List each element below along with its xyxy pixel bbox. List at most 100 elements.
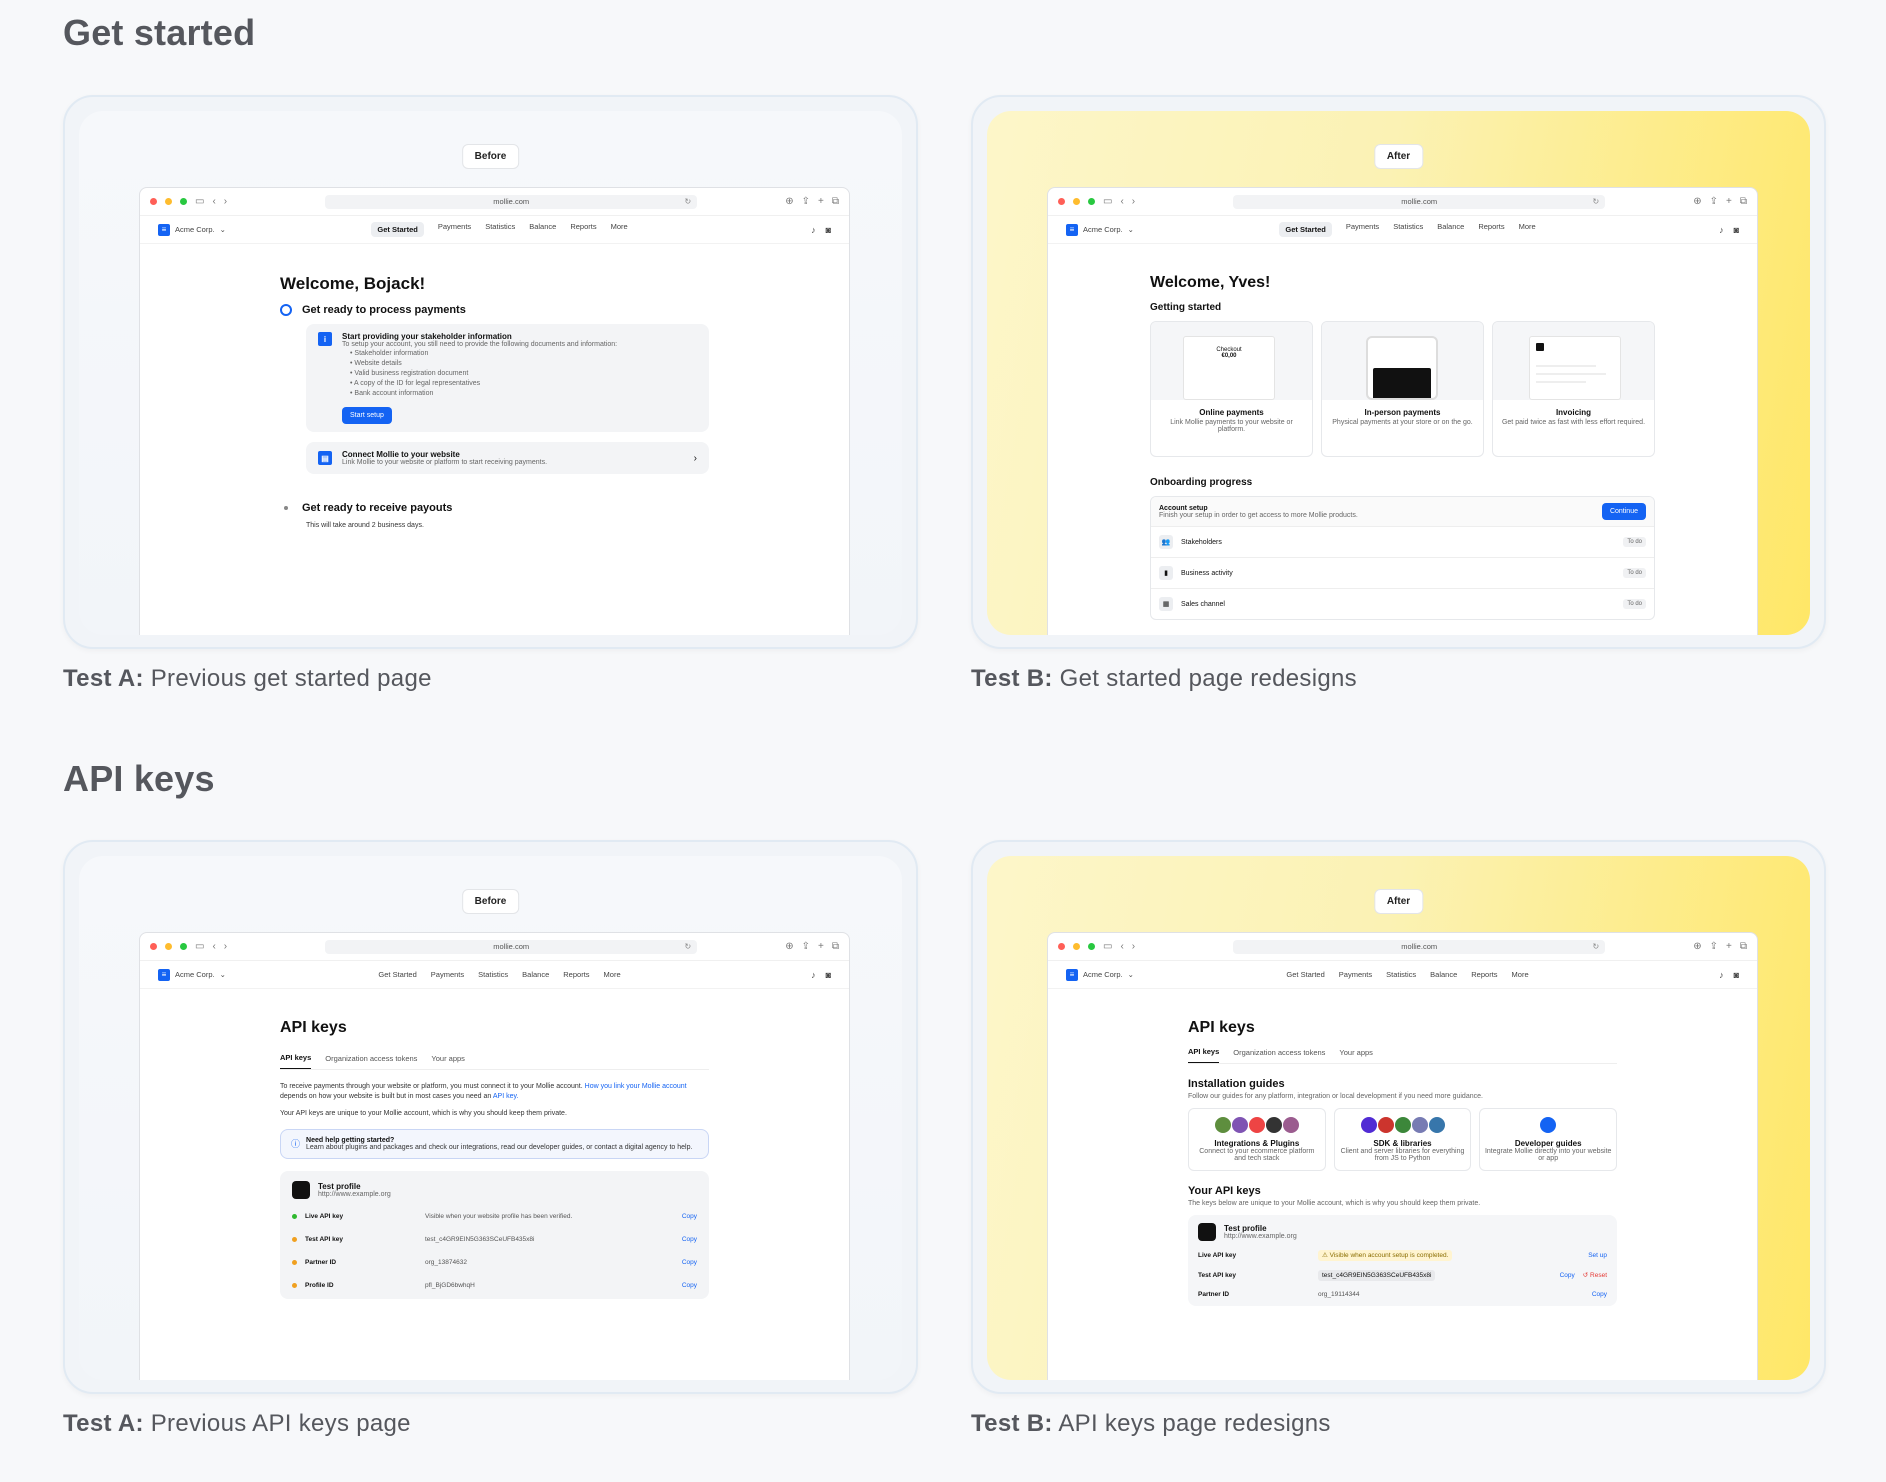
address-bar[interactable]: mollie.com ↻ [1233, 939, 1606, 954]
connect-mollie-item[interactable]: ▤ Connect Mollie to your website Link Mo… [306, 442, 709, 474]
tab-organization-access-tokens[interactable]: Organization access tokens [325, 1054, 417, 1069]
nav-balance[interactable]: Balance [1437, 222, 1464, 237]
bell-icon[interactable]: ♪ [1719, 225, 1724, 235]
tabs-icon: ⧉ [1739, 941, 1747, 952]
nav-more[interactable]: More [1519, 222, 1536, 237]
nav-payments[interactable]: Payments [431, 970, 464, 979]
before-label: Before [461, 144, 520, 169]
avatar[interactable]: ◙ [826, 970, 831, 980]
invoice-logo-icon [1536, 343, 1544, 351]
developer-guides-card[interactable]: Developer guides Integrate Mollie direct… [1479, 1108, 1618, 1171]
share-icon: ⇪ [801, 196, 811, 207]
avatar[interactable]: ◙ [1734, 225, 1739, 235]
copy-button[interactable]: Copy [1592, 1291, 1607, 1298]
copy-button[interactable]: Copy [682, 1259, 697, 1266]
integrations-card[interactable]: Integrations & Plugins Connect to your e… [1188, 1108, 1326, 1171]
back-icon: ‹ [1120, 196, 1124, 207]
nav-get-started[interactable]: Get Started [1286, 970, 1324, 979]
nav-more[interactable]: More [1512, 970, 1529, 979]
bell-icon[interactable]: ♪ [811, 225, 816, 235]
address-bar[interactable]: mollie.com ↻ [325, 194, 698, 209]
online-payments-card[interactable]: Checkout €0,00 Online payments Link Moll… [1150, 321, 1313, 457]
forward-icon: › [223, 941, 228, 952]
org-logo-icon: ≡ [1066, 968, 1078, 981]
step-title: Get ready to process payments [302, 304, 466, 316]
org-name[interactable]: Acme Corp. [1083, 225, 1123, 234]
address-bar[interactable]: mollie.com ↻ [1233, 194, 1606, 209]
tabs-icon: ⧉ [831, 196, 839, 207]
link-how-to-link[interactable]: How you link your Mollie account [585, 1083, 687, 1090]
caption-test-b-2: Test B: API keys page redesigns [971, 1410, 1331, 1437]
copy-button[interactable]: Copy [682, 1282, 697, 1289]
nav-statistics[interactable]: Statistics [478, 970, 508, 979]
sidebar-icon: ▭ [1103, 196, 1113, 207]
guide-desc: Connect to your ecommerce platform and t… [1199, 1148, 1315, 1162]
nav-statistics[interactable]: Statistics [1386, 970, 1416, 979]
sdk-libraries-card[interactable]: SDK & libraries Client and server librar… [1333, 1108, 1472, 1171]
profile-name: Test profile [1224, 1224, 1267, 1233]
welcome-heading: Welcome, Yves! [1150, 274, 1271, 291]
nav-get-started[interactable]: Get Started [371, 222, 424, 237]
help-banner: ⓘ Need help getting started? Learn about… [280, 1129, 709, 1159]
nav-reports[interactable]: Reports [1471, 970, 1497, 979]
nav-payments[interactable]: Payments [438, 222, 471, 237]
list-item: • A copy of the ID for legal representat… [350, 380, 481, 387]
copy-button[interactable]: Copy [1560, 1272, 1575, 1279]
avatar[interactable]: ◙ [1734, 970, 1739, 980]
avatar[interactable]: ◙ [826, 225, 831, 235]
tab-your-apps[interactable]: Your apps [431, 1054, 465, 1069]
org-name[interactable]: Acme Corp. [175, 225, 215, 234]
nav-more[interactable]: More [611, 222, 628, 237]
nav-payments[interactable]: Payments [1339, 970, 1372, 979]
status-dot-icon [292, 1260, 297, 1265]
nav-payments[interactable]: Payments [1346, 222, 1379, 237]
intro-text: To receive payments through your website… [280, 1083, 687, 1100]
nav-reports[interactable]: Reports [1478, 222, 1504, 237]
list-item[interactable]: ▮ Business activity To do [1151, 557, 1654, 588]
key-value: org_19114344 [1318, 1291, 1360, 1298]
set-up-button[interactable]: Set up [1588, 1252, 1607, 1259]
bell-icon[interactable]: ♪ [1719, 970, 1724, 980]
step-circle-icon [280, 304, 292, 316]
tab-your-apps[interactable]: Your apps [1339, 1048, 1373, 1063]
live-key-row: Live API key ⚠ Visible when account setu… [1198, 1250, 1607, 1261]
guide-desc: Client and server libraries for everythi… [1340, 1148, 1465, 1162]
nav-balance[interactable]: Balance [522, 970, 549, 979]
nav-balance[interactable]: Balance [529, 222, 556, 237]
section-title-api-keys: API keys [63, 758, 215, 799]
list-item[interactable]: ▦ Sales channel To do [1151, 588, 1654, 619]
link-api-key[interactable]: API key. [493, 1093, 519, 1100]
address-bar[interactable]: mollie.com ↻ [325, 939, 698, 954]
nav-balance[interactable]: Balance [1430, 970, 1457, 979]
nav-more[interactable]: More [604, 970, 621, 979]
nav-reports[interactable]: Reports [563, 970, 589, 979]
welcome-heading: Welcome, Bojack! [280, 274, 426, 293]
invoicing-card[interactable]: Invoicing Get paid twice as fast with le… [1492, 321, 1655, 457]
info-icon: ⓘ [291, 1139, 301, 1149]
onboarding-panel: Account setup Finish your setup in order… [1150, 496, 1655, 620]
download-icon: ⊕ [785, 941, 794, 952]
continue-button[interactable]: Continue [1601, 503, 1646, 520]
list-item[interactable]: 👥 Stakeholders To do [1151, 526, 1654, 557]
copy-button[interactable]: Copy [682, 1236, 697, 1243]
guide-title: SDK & libraries [1373, 1139, 1432, 1148]
bell-icon[interactable]: ♪ [811, 970, 816, 980]
nav-statistics[interactable]: Statistics [1393, 222, 1423, 237]
tab-api-keys[interactable]: API keys [280, 1053, 312, 1069]
copy-button[interactable]: Copy [682, 1213, 697, 1220]
card-get-started-after: After ▭ ‹ › mollie.com ↻ ⊕ ⇪ + ⧉ ≡ Acme Co… [971, 95, 1826, 649]
key-value: test_c4GR9EIN5G363SCeUFB435x8i [425, 1236, 535, 1243]
in-person-payments-card[interactable]: In-person payments Physical payments at … [1321, 321, 1484, 457]
reset-button[interactable]: ↺ Reset [1583, 1271, 1607, 1279]
box-desc: To setup your account, you still need to… [342, 341, 618, 348]
org-name[interactable]: Acme Corp. [175, 970, 215, 979]
tab-api-keys[interactable]: API keys [1188, 1047, 1220, 1063]
nav-get-started[interactable]: Get Started [1279, 222, 1332, 237]
nav-statistics[interactable]: Statistics [485, 222, 515, 237]
start-setup-button[interactable]: Start setup [342, 407, 392, 424]
org-name[interactable]: Acme Corp. [1083, 970, 1123, 979]
card-terminal-icon [1373, 368, 1431, 398]
tab-organization-access-tokens[interactable]: Organization access tokens [1233, 1048, 1325, 1063]
nav-get-started[interactable]: Get Started [378, 970, 416, 979]
nav-reports[interactable]: Reports [570, 222, 596, 237]
